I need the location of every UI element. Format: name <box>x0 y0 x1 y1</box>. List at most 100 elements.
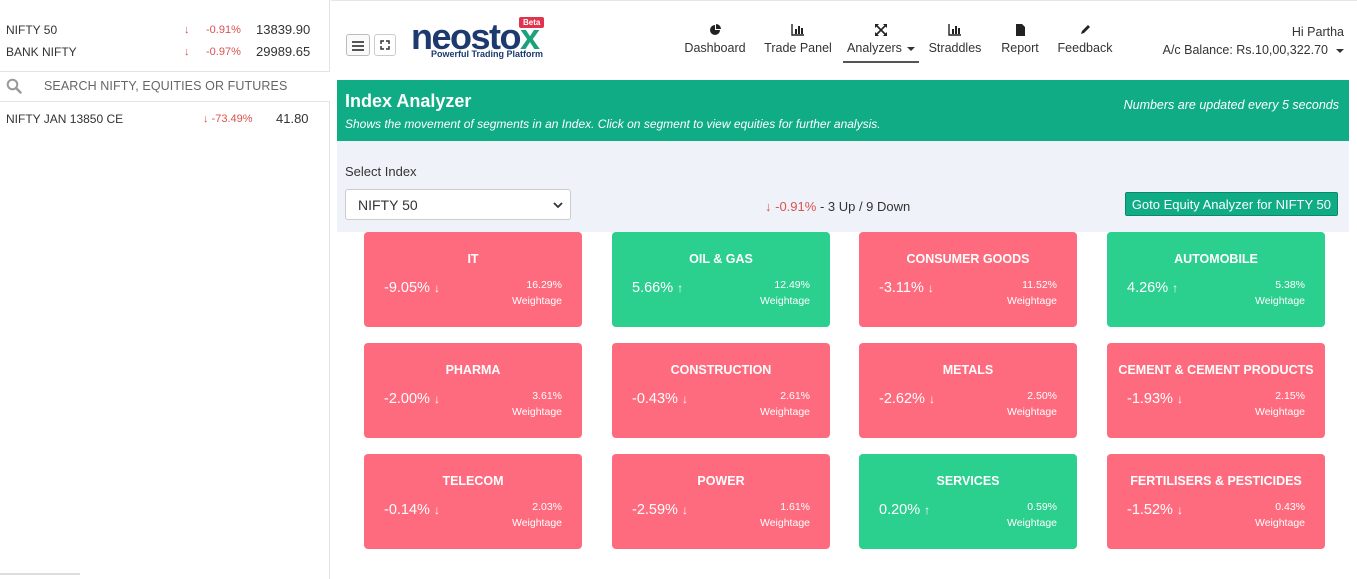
segment-change: -2.00% ↓ <box>384 391 440 407</box>
search-bar[interactable]: SEARCH NIFTY, EQUITIES OR FUTURES <box>0 71 330 102</box>
pencil-icon <box>1081 25 1090 34</box>
segment-change: 4.26% ↑ <box>1127 280 1178 296</box>
segment-tile[interactable]: TELECOM -0.14% ↓ 2.03% Weightage <box>364 454 582 549</box>
segment-change: -2.62% ↓ <box>879 391 935 407</box>
segment-tile[interactable]: FERTILISERS & PESTICIDES -1.52% ↓ 0.43% Weig… <box>1107 454 1325 549</box>
down-arrow-icon: ↓ <box>1176 392 1183 406</box>
segment-tile[interactable]: SERVICES 0.20% ↑ 0.59% Weightage <box>859 454 1077 549</box>
segment-weight: 0.43% Weightage <box>1255 499 1305 531</box>
caret-down-icon <box>1336 48 1344 53</box>
top-header: neostox Powerful Trading Platform Beta D… <box>331 0 1357 72</box>
segment-change-value: 0.20% <box>879 502 921 518</box>
beta-badge: Beta <box>519 17 545 28</box>
segment-tile[interactable]: AUTOMOBILE 4.26% ↑ 5.38% Weightage <box>1107 232 1325 327</box>
segment-name: FERTILISERS & PESTICIDES <box>1130 474 1302 488</box>
chevron-down-icon <box>553 202 563 209</box>
ticker-bank-nifty[interactable]: BANK NIFTY ↓ -0.97% 29989.65 <box>0 41 330 63</box>
index-summary: ↓ -0.91% - 3 Up / 9 Down <box>765 199 910 214</box>
neostox-logo[interactable]: neostox Powerful Trading Platform Beta <box>411 17 551 62</box>
search-input[interactable]: SEARCH NIFTY, EQUITIES OR FUTURES <box>44 79 287 93</box>
account-balance-menu[interactable]: A/c Balance: Rs.10,00,322.70 <box>1163 43 1344 57</box>
ticker-name: NIFTY 50 <box>6 23 58 37</box>
down-arrow-icon: ↓ <box>433 281 440 295</box>
segment-weight-value: 12.49% <box>774 279 810 291</box>
segment-name: IT <box>467 252 479 266</box>
segment-change-value: -2.59% <box>632 502 678 518</box>
nav-report[interactable]: Report <box>999 23 1041 63</box>
segment-weight: 2.15% Weightage <box>1255 388 1305 420</box>
watchlist-item-price: 41.80 <box>276 111 309 126</box>
down-arrow-icon: ↓ <box>1176 503 1183 517</box>
segment-tile[interactable]: OIL & GAS 5.66% ↑ 12.49% Weightage <box>612 232 830 327</box>
scrollbar[interactable] <box>0 573 80 575</box>
down-arrow-icon: ↓ <box>184 46 190 58</box>
segment-name: METALS <box>942 363 994 377</box>
segment-name: OIL & GAS <box>689 252 753 266</box>
nav-straddles[interactable]: Straddles <box>927 23 983 63</box>
arrows-icon <box>875 24 887 36</box>
index-select-value: NIFTY 50 <box>358 197 418 213</box>
segment-tile[interactable]: METALS -2.62% ↓ 2.50% Weightage <box>859 343 1077 438</box>
page-subtitle: Shows the movement of segments in an Ind… <box>345 117 881 131</box>
watchlist-item[interactable]: NIFTY JAN 13850 CE ↓ -73.49% 41.80 <box>0 108 330 132</box>
segment-weight: 3.61% Weightage <box>512 388 562 420</box>
left-panel: NIFTY 50 ↓ -0.91% 13839.90 BANK NIFTY ↓ … <box>0 0 330 579</box>
down-arrow-icon: ↓ <box>681 503 688 517</box>
goto-equity-analyzer-button[interactable]: Goto Equity Analyzer for NIFTY 50 <box>1124 192 1338 216</box>
segment-weight-value: 16.29% <box>526 279 562 291</box>
segment-weight-value: 2.03% <box>532 501 562 513</box>
file-icon <box>1016 24 1025 36</box>
segment-weight: 0.59% Weightage <box>1007 499 1057 531</box>
segment-tile[interactable]: CONSUMER GOODS -3.11% ↓ 11.52% Weightage <box>859 232 1077 327</box>
segment-name: CONSTRUCTION <box>670 363 772 377</box>
segment-change: -2.59% ↓ <box>632 502 688 518</box>
segment-weight: 16.29% Weightage <box>512 277 562 309</box>
segment-change-value: -1.52% <box>1127 502 1173 518</box>
segment-weight-label: Weightage <box>511 406 562 418</box>
segment-change: -3.11% ↓ <box>879 280 934 296</box>
segment-weight-value: 0.59% <box>1027 501 1057 513</box>
segment-change-value: -0.14% <box>384 502 430 518</box>
select-index-label: Select Index <box>345 164 417 179</box>
segment-weight-value: 3.61% <box>532 390 562 402</box>
segment-tile[interactable]: IT -9.05% ↓ 16.29% Weightage <box>364 232 582 327</box>
nav-label: Analyzers <box>847 41 902 55</box>
nav-trade-panel[interactable]: Trade Panel <box>763 23 833 63</box>
segment-change: -9.05% ↓ <box>384 280 440 296</box>
segment-weight: 2.61% Weightage <box>760 388 810 420</box>
nav-dashboard[interactable]: Dashboard <box>681 23 749 63</box>
nav-analyzers[interactable]: Analyzers <box>843 23 919 63</box>
segment-weight-label: Weightage <box>759 406 810 418</box>
segment-weight-label: Weightage <box>511 517 562 529</box>
nav-feedback[interactable]: Feedback <box>1057 23 1113 63</box>
segment-change: 0.20% ↑ <box>879 502 930 518</box>
fullscreen-button[interactable] <box>374 34 396 56</box>
index-select[interactable]: NIFTY 50 <box>345 189 571 220</box>
segment-tile[interactable]: POWER -2.59% ↓ 1.61% Weightage <box>612 454 830 549</box>
down-arrow-icon: ↓ <box>184 24 190 36</box>
segment-weight-label: Weightage <box>1006 406 1057 418</box>
watchlist-item-change: ↓ -73.49% <box>203 113 253 125</box>
ticker-price: 29989.65 <box>256 44 311 59</box>
segment-weight-value: 2.15% <box>1275 390 1305 402</box>
search-icon <box>6 78 22 94</box>
segment-name: CEMENT & CEMENT PRODUCTS <box>1118 363 1314 377</box>
segment-weight: 1.61% Weightage <box>760 499 810 531</box>
segment-weight-label: Weightage <box>511 295 562 307</box>
update-note: Numbers are updated every 5 seconds <box>1123 98 1339 112</box>
ticker-nifty-50[interactable]: NIFTY 50 ↓ -0.91% 13839.90 <box>0 19 330 41</box>
segment-name: TELECOM <box>442 474 504 488</box>
up-arrow-icon: ↑ <box>924 503 931 517</box>
segment-weight-label: Weightage <box>1254 517 1305 529</box>
segment-tile[interactable]: PHARMA -2.00% ↓ 3.61% Weightage <box>364 343 582 438</box>
segment-change: -1.52% ↓ <box>1127 502 1183 518</box>
segment-name: AUTOMOBILE <box>1174 252 1258 266</box>
segment-tile[interactable]: CEMENT & CEMENT PRODUCTS -1.93% ↓ 2.15% Weig… <box>1107 343 1325 438</box>
down-arrow-icon: ↓ <box>433 503 440 517</box>
segment-tile[interactable]: CONSTRUCTION -0.43% ↓ 2.61% Weightage <box>612 343 830 438</box>
nav-label: Feedback <box>1057 41 1113 55</box>
segment-weight: 11.52% Weightage <box>1007 277 1057 309</box>
nav-label: Trade Panel <box>764 41 832 55</box>
segment-weight-label: Weightage <box>1006 517 1057 529</box>
menu-toggle-button[interactable] <box>346 34 370 56</box>
